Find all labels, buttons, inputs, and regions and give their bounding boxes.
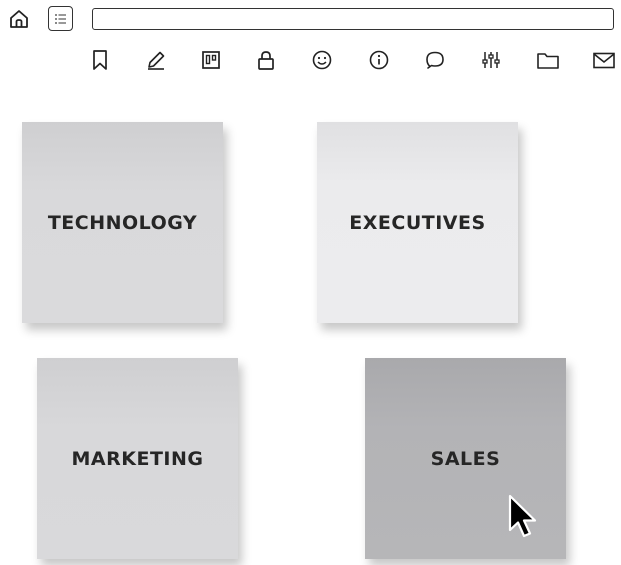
settings-sliders-button[interactable] bbox=[479, 48, 503, 72]
toolbar bbox=[88, 48, 620, 74]
folder-button[interactable] bbox=[536, 48, 560, 72]
arrow-cursor-icon bbox=[508, 494, 537, 538]
comment-icon bbox=[426, 51, 444, 69]
bookmark-button[interactable] bbox=[88, 48, 112, 72]
edit-button[interactable] bbox=[144, 48, 168, 72]
note-label: SALES bbox=[430, 447, 501, 470]
emoji-button[interactable] bbox=[310, 48, 334, 72]
board-button[interactable] bbox=[199, 48, 223, 72]
board-icon bbox=[202, 51, 220, 69]
comment-button[interactable] bbox=[423, 48, 447, 72]
sticky-note-executives[interactable]: EXECUTIVES bbox=[317, 122, 518, 323]
lock-button[interactable] bbox=[254, 48, 278, 72]
sticky-note-marketing[interactable]: MARKETING bbox=[37, 358, 238, 559]
note-label: TECHNOLOGY bbox=[47, 211, 198, 234]
note-label: MARKETING bbox=[71, 447, 204, 470]
note-label: EXECUTIVES bbox=[349, 211, 486, 234]
info-button[interactable] bbox=[367, 48, 391, 72]
list-icon bbox=[54, 13, 66, 24]
address-bar-input[interactable] bbox=[92, 8, 614, 30]
home-icon bbox=[10, 10, 28, 28]
list-button[interactable] bbox=[48, 6, 73, 31]
mail-button[interactable] bbox=[592, 48, 616, 72]
mail-icon bbox=[593, 52, 615, 69]
sticky-note-technology[interactable]: TECHNOLOGY bbox=[22, 122, 223, 323]
bookmark-icon bbox=[93, 50, 107, 70]
info-icon bbox=[369, 50, 389, 70]
smiley-icon bbox=[312, 50, 332, 70]
lock-icon bbox=[258, 51, 274, 70]
folder-icon bbox=[537, 53, 559, 69]
sliders-icon bbox=[482, 52, 500, 68]
pencil-icon bbox=[148, 51, 165, 70]
home-button[interactable] bbox=[8, 8, 30, 30]
